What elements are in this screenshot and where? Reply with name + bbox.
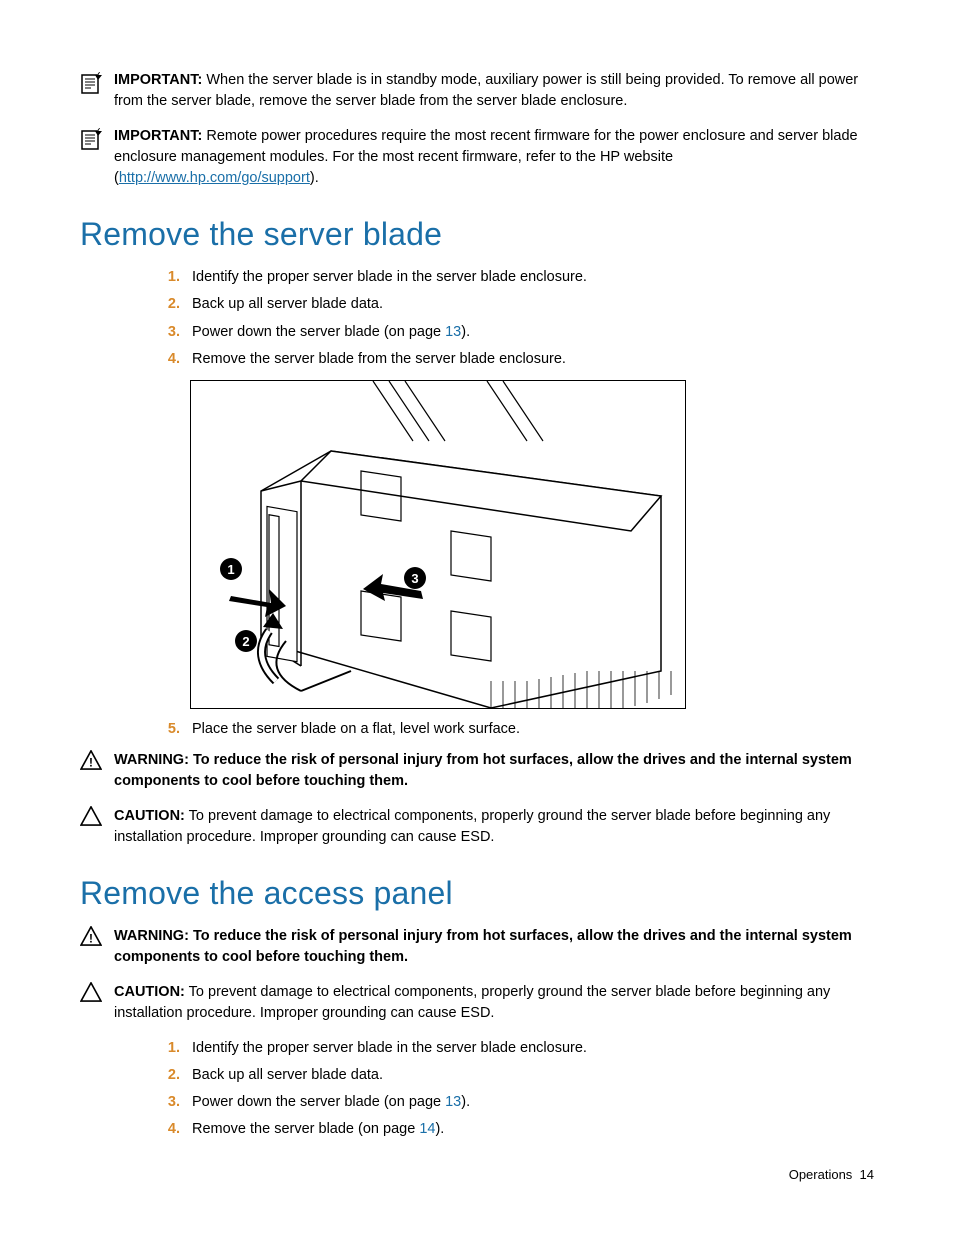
important-note-2-text: IMPORTANT: Remote power procedures requi… [114,126,874,189]
warning-label: WARNING: [114,752,189,768]
important-body: When the server blade is in standby mode… [114,72,858,109]
page-footer: Operations 14 [789,1166,874,1185]
svg-text:!: ! [89,931,93,945]
step-4: Remove the server blade (on page 14). [184,1119,874,1140]
warning-hot-surfaces-1: ! WARNING: To reduce the risk of persona… [80,750,874,792]
remove-panel-steps: Identify the proper server blade in the … [136,1038,874,1140]
step-1: Identify the proper server blade in the … [184,1038,874,1059]
footer-section: Operations [789,1167,853,1182]
step-2: Back up all server blade data. [184,1065,874,1086]
caution-body: To prevent damage to electrical componen… [114,808,830,845]
caution-icon [80,982,108,1009]
warning-icon: ! [80,750,108,777]
warning-body: To reduce the risk of personal injury fr… [114,752,852,789]
page-ref-13[interactable]: 13 [445,1094,461,1110]
caution-esd-1: CAUTION: To prevent damage to electrical… [80,806,874,848]
svg-text:1: 1 [227,562,234,577]
heading-remove-access-panel: Remove the access panel [80,870,874,916]
warning-text: WARNING: To reduce the risk of personal … [114,926,874,968]
svg-text:3: 3 [411,571,418,586]
server-blade-removal-diagram: 1 2 3 [190,380,686,709]
heading-remove-server-blade: Remove the server blade [80,211,874,257]
step-3: Power down the server blade (on page 13)… [184,1092,874,1113]
svg-text:2: 2 [242,634,249,649]
caution-label: CAUTION: [114,808,185,824]
step-2: Back up all server blade data. [184,294,874,315]
important-body-post: ). [310,170,319,186]
caution-icon [80,806,108,833]
footer-page-number: 14 [860,1167,874,1182]
caution-text: CAUTION: To prevent damage to electrical… [114,806,874,848]
caution-esd-2: CAUTION: To prevent damage to electrical… [80,982,874,1024]
caution-body: To prevent damage to electrical componen… [114,984,830,1021]
important-note-2: IMPORTANT: Remote power procedures requi… [80,126,874,189]
step-5: Place the server blade on a flat, level … [184,719,874,740]
step-1: Identify the proper server blade in the … [184,267,874,288]
step-3: Power down the server blade (on page 13)… [184,322,874,343]
svg-text:!: ! [89,755,93,769]
note-icon [80,128,108,159]
warning-hot-surfaces-2: ! WARNING: To reduce the risk of persona… [80,926,874,968]
important-note-1: IMPORTANT: When the server blade is in s… [80,70,874,112]
page-ref-14[interactable]: 14 [419,1121,435,1137]
important-label: IMPORTANT: [114,72,202,88]
remove-blade-steps: Identify the proper server blade in the … [136,267,874,369]
remove-blade-steps-cont: Place the server blade on a flat, level … [136,719,874,740]
caution-label: CAUTION: [114,984,185,1000]
hp-support-link[interactable]: http://www.hp.com/go/support [119,170,310,186]
warning-icon: ! [80,926,108,953]
important-note-1-text: IMPORTANT: When the server blade is in s… [114,70,874,112]
page-ref-13[interactable]: 13 [445,324,461,340]
caution-text: CAUTION: To prevent damage to electrical… [114,982,874,1024]
important-label: IMPORTANT: [114,128,202,144]
note-icon [80,72,108,103]
step-4: Remove the server blade from the server … [184,349,874,370]
warning-text: WARNING: To reduce the risk of personal … [114,750,874,792]
warning-body: To reduce the risk of personal injury fr… [114,928,852,965]
warning-label: WARNING: [114,928,189,944]
